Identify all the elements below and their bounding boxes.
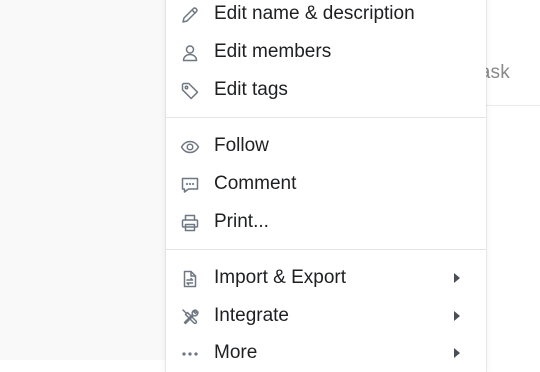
menu-item-edit-name-description[interactable]: Edit name & description [166, 0, 486, 33]
page-background-left [0, 0, 166, 360]
person-icon [179, 42, 201, 64]
menu-item-label: Integrate [214, 305, 289, 326]
menu-item-edit-tags[interactable]: Edit tags [166, 71, 486, 109]
menu-item-label: Edit members [214, 41, 332, 62]
menu-item-label: Follow [214, 135, 269, 156]
file-transfer-icon [179, 268, 201, 290]
menu-item-label: More [214, 342, 258, 363]
menu-item-more[interactable]: More [166, 334, 486, 372]
printer-icon [179, 212, 201, 234]
comment-icon [179, 174, 201, 196]
menu-item-label: Edit tags [214, 79, 288, 100]
chevron-right-icon [454, 348, 460, 358]
menu-item-integrate[interactable]: Integrate [166, 297, 486, 335]
menu-item-import-export[interactable]: Import & Export [166, 259, 486, 297]
tools-icon [179, 306, 201, 328]
eye-icon [179, 136, 201, 158]
chevron-right-icon [454, 311, 460, 321]
project-actions-menu: Edit name & description Edit members Edi… [166, 0, 486, 372]
menu-item-comment[interactable]: Comment [166, 165, 486, 203]
tag-icon [179, 80, 201, 102]
menu-item-follow[interactable]: Follow [166, 127, 486, 165]
pencil-icon [179, 4, 201, 26]
background-row-divider [486, 105, 540, 106]
menu-item-label: Comment [214, 173, 297, 194]
menu-divider [166, 117, 486, 118]
menu-divider [166, 249, 486, 250]
page-background-right [486, 0, 540, 360]
menu-item-edit-members[interactable]: Edit members [166, 33, 486, 71]
menu-item-print[interactable]: Print... [166, 203, 486, 241]
chevron-right-icon [454, 273, 460, 283]
menu-item-label: Print... [214, 211, 269, 232]
menu-item-label: Edit name & description [214, 3, 415, 24]
menu-item-label: Import & Export [214, 267, 346, 288]
ellipsis-icon [179, 343, 201, 365]
